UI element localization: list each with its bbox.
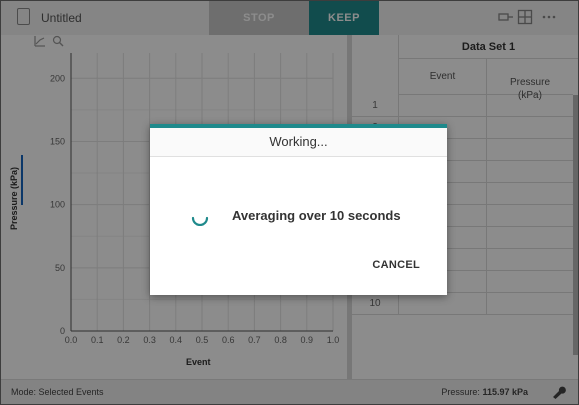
dialog-title: Working... — [150, 128, 447, 157]
cancel-button[interactable]: CANCEL — [372, 259, 420, 271]
loading-spinner-icon — [191, 216, 209, 226]
dialog-message: Averaging over 10 seconds — [232, 208, 401, 223]
working-dialog: Working... Averaging over 10 seconds CAN… — [150, 124, 447, 295]
